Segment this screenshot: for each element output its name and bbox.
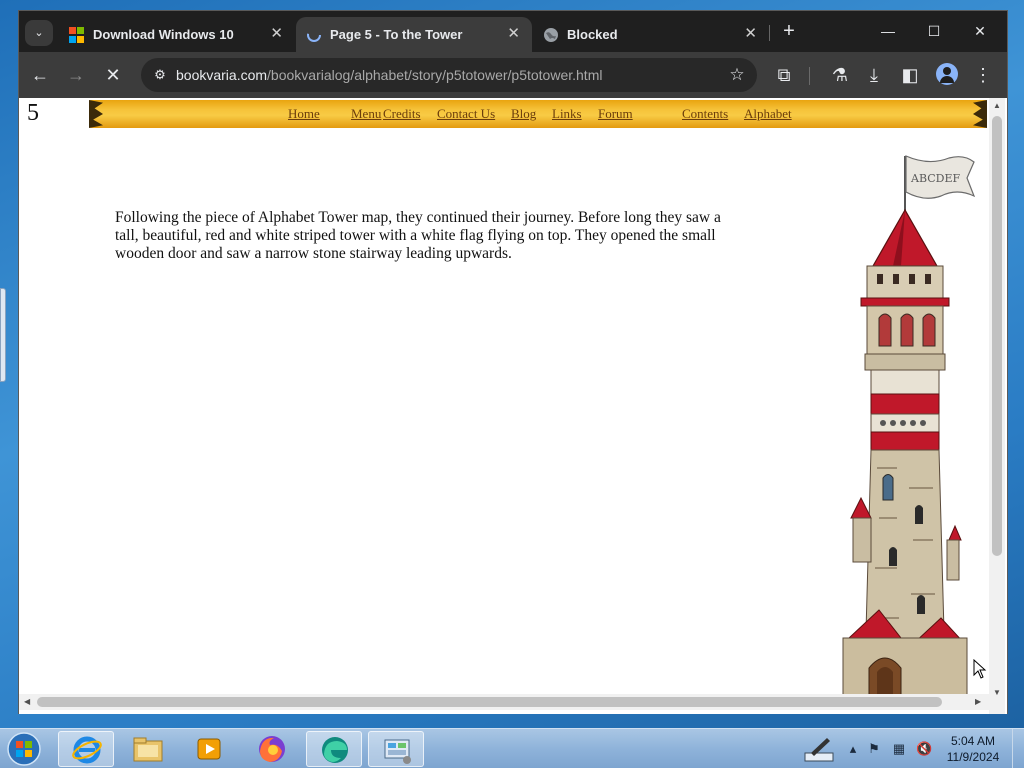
flag-letters: ABCDEF xyxy=(910,172,960,185)
nav-link-links[interactable]: Links xyxy=(552,106,582,122)
page-viewport: 5 Home Menu Credits Contact Us Blog Link… xyxy=(19,98,1007,714)
nav-link-forum[interactable]: Forum xyxy=(598,106,633,122)
profile-avatar-icon[interactable] xyxy=(936,63,958,85)
maximize-button[interactable]: ☐ xyxy=(911,15,957,47)
taskbar-internet-explorer[interactable] xyxy=(58,731,114,767)
toolbar-separator xyxy=(809,67,810,85)
network-icon[interactable]: ▦ xyxy=(891,741,907,757)
control-panel-icon xyxy=(384,739,411,764)
desktop-window-edge xyxy=(0,288,6,382)
tab-title: Blocked xyxy=(567,27,618,42)
labs-flask-icon[interactable]: ⚗ xyxy=(827,62,853,88)
side-panel-icon[interactable]: ◧ xyxy=(897,62,923,88)
horizontal-scroll-thumb[interactable] xyxy=(37,697,942,707)
site-info-icon[interactable]: ⚙ xyxy=(151,66,169,84)
windows-taskbar: ▴ ⚑ ▦ 🔇 5:04 AM 11/9/2024 xyxy=(0,728,1024,768)
nav-link-alphabet[interactable]: Alphabet xyxy=(744,106,792,122)
tab-title: Download Windows 10 xyxy=(93,27,234,42)
firefox-icon xyxy=(259,736,285,762)
site-nav-bar: Home Menu Credits Contact Us Blog Links … xyxy=(89,100,987,128)
action-center-flag-icon[interactable]: ⚑ xyxy=(866,741,882,757)
browser-menu-icon[interactable]: ⋮ xyxy=(970,62,996,88)
tab-separator xyxy=(769,25,770,41)
story-paragraph: Following the piece of Alphabet Tower ma… xyxy=(115,209,721,262)
taskbar-firefox[interactable] xyxy=(244,731,300,767)
scroll-down-arrow-icon[interactable]: ▼ xyxy=(993,688,1001,697)
tab-close-button[interactable]: ✕ xyxy=(744,24,757,42)
mouse-cursor-icon xyxy=(973,659,987,679)
url-text[interactable]: bookvaria.com/bookvarialog/alphabet/stor… xyxy=(176,67,602,83)
scroll-up-arrow-icon[interactable]: ▲ xyxy=(993,101,1001,110)
tab-search-button[interactable]: ⌄ xyxy=(25,20,53,46)
system-clock[interactable]: 5:04 AM 11/9/2024 xyxy=(940,733,1006,765)
tab-download-windows-10[interactable]: Download Windows 10 ✕ xyxy=(59,17,295,52)
alphabet-tower-illustration: ABCDEF xyxy=(842,155,976,708)
tab-close-button[interactable]: ✕ xyxy=(507,24,520,42)
horizontal-scrollbar[interactable]: ◀ ▶ xyxy=(19,694,989,710)
loading-favicon-icon xyxy=(307,28,321,42)
tab-strip: ⌄ Download Windows 10 ✕ Page 5 - To the … xyxy=(19,11,1007,52)
media-player-icon xyxy=(197,738,221,760)
browser-toolbar: ← → ✕ ⚙ bookvaria.com/bookvarialog/alpha… xyxy=(19,52,1007,98)
address-bar[interactable]: ⚙ bookvaria.com/bookvarialog/alphabet/st… xyxy=(141,58,757,92)
nav-link-contents[interactable]: Contents xyxy=(682,106,728,122)
browser-window: ⌄ Download Windows 10 ✕ Page 5 - To the … xyxy=(18,10,1008,714)
close-window-button[interactable]: ✕ xyxy=(957,15,1003,47)
pen-input-icon[interactable] xyxy=(803,735,835,763)
tab-close-button[interactable]: ✕ xyxy=(270,24,283,42)
nav-link-credits[interactable]: Credits xyxy=(383,106,421,122)
globe-icon xyxy=(544,28,558,42)
vertical-scrollbar[interactable]: ▲ ▼ xyxy=(989,98,1005,714)
page-number: 5 xyxy=(27,100,39,126)
show-desktop-button[interactable] xyxy=(1012,729,1024,768)
taskbar-edge[interactable] xyxy=(306,731,362,767)
taskbar-media-player[interactable] xyxy=(182,731,238,767)
volume-muted-icon[interactable]: 🔇 xyxy=(916,741,932,757)
stop-loading-button[interactable]: ✕ xyxy=(100,62,126,88)
nav-link-home[interactable]: Home xyxy=(288,106,320,122)
downloads-icon[interactable]: ⤓ xyxy=(861,62,887,88)
windows-logo-icon xyxy=(69,27,85,43)
new-tab-button[interactable]: + xyxy=(777,19,801,43)
clock-time: 5:04 AM xyxy=(950,734,996,748)
scroll-left-arrow-icon[interactable]: ◀ xyxy=(24,697,30,706)
forward-button[interactable]: → xyxy=(63,62,89,88)
vertical-scroll-thumb[interactable] xyxy=(992,116,1002,556)
tab-blocked[interactable]: Blocked ✕ xyxy=(533,17,769,52)
tab-title: Page 5 - To the Tower xyxy=(330,27,463,42)
tab-page-5-to-the-tower[interactable]: Page 5 - To the Tower ✕ xyxy=(296,17,532,52)
nav-link-contact-us[interactable]: Contact Us xyxy=(437,106,495,122)
bookmark-star-icon[interactable]: ☆ xyxy=(725,63,749,87)
nav-link-menu[interactable]: Menu xyxy=(351,106,381,122)
edge-icon xyxy=(322,737,348,763)
tray-expand-icon[interactable]: ▴ xyxy=(845,741,861,757)
taskbar-control-panel[interactable] xyxy=(368,731,424,767)
extensions-icon[interactable]: ⧉ xyxy=(771,62,797,88)
nav-link-blog[interactable]: Blog xyxy=(511,106,536,122)
taskbar-file-explorer[interactable] xyxy=(120,731,176,767)
file-explorer-icon xyxy=(133,737,163,762)
minimize-button[interactable]: — xyxy=(865,15,911,47)
back-button[interactable]: ← xyxy=(27,62,53,88)
clock-date: 11/9/2024 xyxy=(946,750,1000,764)
start-button-icon[interactable] xyxy=(4,730,44,768)
internet-explorer-icon xyxy=(72,736,102,764)
scroll-right-arrow-icon[interactable]: ▶ xyxy=(975,697,981,706)
